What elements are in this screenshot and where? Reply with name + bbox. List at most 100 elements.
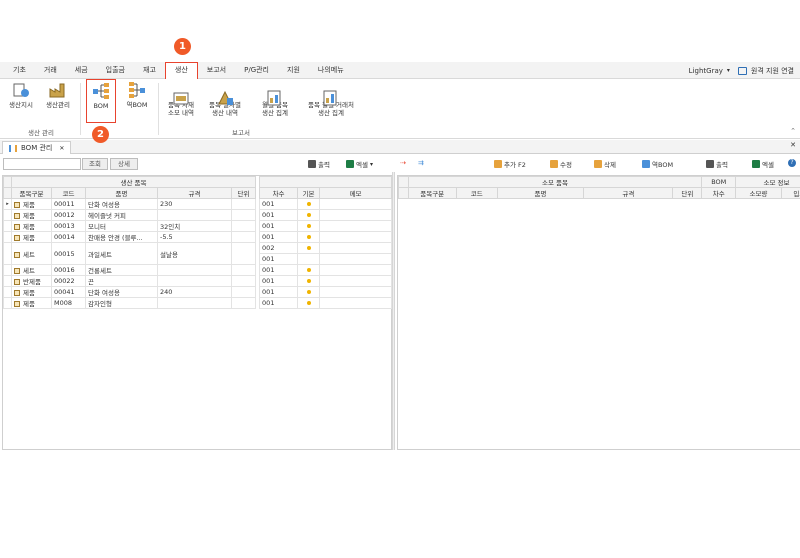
ribbon-monthly-summary[interactable]: 월별 품목 생산 집계: [256, 81, 294, 117]
table-row[interactable]: 제품 00012 헤이즐넛 커피 001: [3, 209, 393, 221]
remote-support-link[interactable]: 원격 지원 연결: [751, 66, 794, 76]
row-selector: [3, 220, 12, 232]
table-row[interactable]: 세트 00016 건룡세트 001: [3, 264, 393, 276]
cell-memo: [319, 286, 393, 298]
move-right-button[interactable]: ⇢: [400, 159, 406, 167]
ribbon-group-production: 생산 관리: [28, 129, 54, 137]
chevron-down-icon[interactable]: ▾: [727, 67, 730, 74]
chevron-down-icon[interactable]: ▾: [370, 161, 373, 168]
menu-trade[interactable]: 거래: [35, 62, 66, 79]
col-consumption[interactable]: 소모량: [735, 187, 782, 199]
excel-icon: [752, 160, 760, 168]
ribbon-material-usage[interactable]: 품목 자재 소모 내역: [162, 81, 200, 117]
panel-splitter[interactable]: [392, 172, 395, 450]
cell-code: 00014: [51, 231, 86, 243]
cell-type: 반제품: [11, 275, 52, 287]
ribbon-bom[interactable]: BOM: [86, 79, 116, 123]
table-row[interactable]: 반제품 00022 끈 001: [3, 275, 393, 287]
search-button[interactable]: 조회: [82, 158, 108, 170]
cell-type: 제품: [11, 286, 52, 298]
ribbon-production-order[interactable]: 생산지시: [6, 81, 36, 109]
menu-cash[interactable]: 입출금: [97, 62, 134, 79]
col-unit[interactable]: 단위: [230, 187, 257, 199]
col-spec[interactable]: 규격: [583, 187, 674, 199]
print-button-right[interactable]: 출력: [706, 159, 728, 169]
ribbon-client-monthly-summary[interactable]: 품목 월별 거래처 생산 집계: [300, 81, 362, 117]
menu-tax[interactable]: 세금: [66, 62, 97, 79]
add-button[interactable]: 추가 F2: [494, 159, 526, 169]
col-basic[interactable]: 기본: [297, 187, 321, 199]
detail-button[interactable]: 상세: [110, 158, 138, 170]
row-selector: [3, 264, 12, 276]
theme-select[interactable]: LightGray: [689, 67, 723, 75]
col-spec[interactable]: 규격: [157, 187, 232, 199]
col-item-name[interactable]: 품명: [85, 187, 158, 199]
table-row[interactable]: 제품 M008 감자인형 001: [3, 297, 393, 309]
menu-pg[interactable]: P/G관리: [235, 62, 278, 79]
table-row[interactable]: 제품 00014 찬매용 안경 (블루... -5.5 001: [3, 231, 393, 243]
collapse-ribbon-icon[interactable]: ⌃: [790, 127, 796, 135]
col-code[interactable]: 코드: [51, 187, 86, 199]
cell-name: 건룡세트: [85, 264, 158, 276]
excel-button-right[interactable]: 엑셀: [752, 159, 774, 169]
cell-type: 세트: [11, 264, 52, 276]
cell-basic: [297, 242, 321, 254]
table-row[interactable]: 세트 00015 과일세트 설날용 002: [3, 242, 393, 265]
item-type-icon: [14, 268, 20, 274]
cell-memo: [319, 242, 393, 254]
cell-degree: 001: [259, 286, 299, 298]
excel-button[interactable]: 엑셀 ▾: [346, 159, 373, 169]
table-row[interactable]: 제품 00013 모니터 32인치 001: [3, 220, 393, 232]
cell-unit: [230, 275, 257, 287]
col-unit[interactable]: 단위: [672, 187, 703, 199]
cell-name: 단화 여성용: [85, 286, 158, 298]
remote-support-icon[interactable]: [737, 66, 747, 75]
menu-production[interactable]: 생산: [164, 61, 198, 80]
menu-report[interactable]: 보고서: [198, 62, 235, 79]
edit-button[interactable]: 수정: [550, 159, 572, 169]
cell-spec: 설날용: [157, 242, 232, 265]
menu-my[interactable]: 나의메뉴: [309, 62, 353, 79]
default-dot-icon: [306, 301, 311, 305]
help-button[interactable]: ?: [788, 159, 796, 167]
ribbon-daily-production[interactable]: 품목 일자별 생산 내역: [204, 81, 246, 117]
delete-button[interactable]: 삭제: [594, 159, 616, 169]
table-row[interactable]: 제품 00041 단화 여성용 240 001: [3, 286, 393, 298]
menu-basic[interactable]: 기초: [4, 62, 35, 79]
col-degree[interactable]: 차수: [259, 187, 299, 199]
cell-basic: [297, 253, 321, 265]
search-input[interactable]: [3, 158, 81, 170]
ribbon-production-manage[interactable]: 생산관리: [40, 81, 76, 109]
cell-degree: 001: [259, 198, 299, 210]
daily-production-icon: [216, 81, 234, 105]
col-code[interactable]: 코드: [455, 187, 498, 199]
close-window-icon[interactable]: ✕: [790, 141, 796, 149]
print-button[interactable]: 출력: [308, 159, 330, 169]
group-header-production: 생산 품목: [10, 176, 257, 188]
menu-bar: 기초 거래 세금 입출금 재고 생산 보고서 P/G관리 지원 나의메뉴 Lig…: [0, 61, 800, 80]
col-item-type[interactable]: 품목구분: [11, 187, 52, 199]
item-type-icon: [14, 213, 20, 219]
cell-code: 00015: [51, 242, 86, 265]
ribbon-reverse-bom[interactable]: 역BOM: [122, 81, 152, 109]
col-degree[interactable]: 차수: [701, 187, 737, 199]
reverse-bom-button[interactable]: 역BOM: [642, 159, 673, 169]
row-selector-header: [3, 176, 12, 188]
col-receipt[interactable]: 입고: [780, 187, 800, 199]
step-badge-1: 1: [174, 38, 191, 55]
menu-support[interactable]: 지원: [278, 62, 309, 79]
edit-icon: [550, 160, 558, 168]
move-all-button[interactable]: ⇉: [418, 159, 424, 167]
tab-bom-manage[interactable]: BOM 관리 ✕: [2, 141, 72, 154]
cell-code: 00012: [51, 209, 86, 221]
col-memo[interactable]: 메모: [319, 187, 393, 199]
menu-stock[interactable]: 재고: [134, 62, 165, 79]
toolbar: 조회 상세 출력 엑셀 ▾ ⇢ ⇉ 추가 F2 수정 삭제 역BOM 출력 엑셀…: [0, 158, 800, 172]
close-icon[interactable]: ✕: [59, 145, 64, 152]
col-item-type[interactable]: 품목구분: [407, 187, 457, 199]
table-row[interactable]: ▸ 제품 00011 단화 여성용 230 001: [3, 198, 393, 210]
cell-unit: [230, 264, 257, 276]
cell-code: 00013: [51, 220, 86, 232]
col-item-name[interactable]: 품명: [496, 187, 585, 199]
cell-degree: 001: [259, 209, 299, 221]
